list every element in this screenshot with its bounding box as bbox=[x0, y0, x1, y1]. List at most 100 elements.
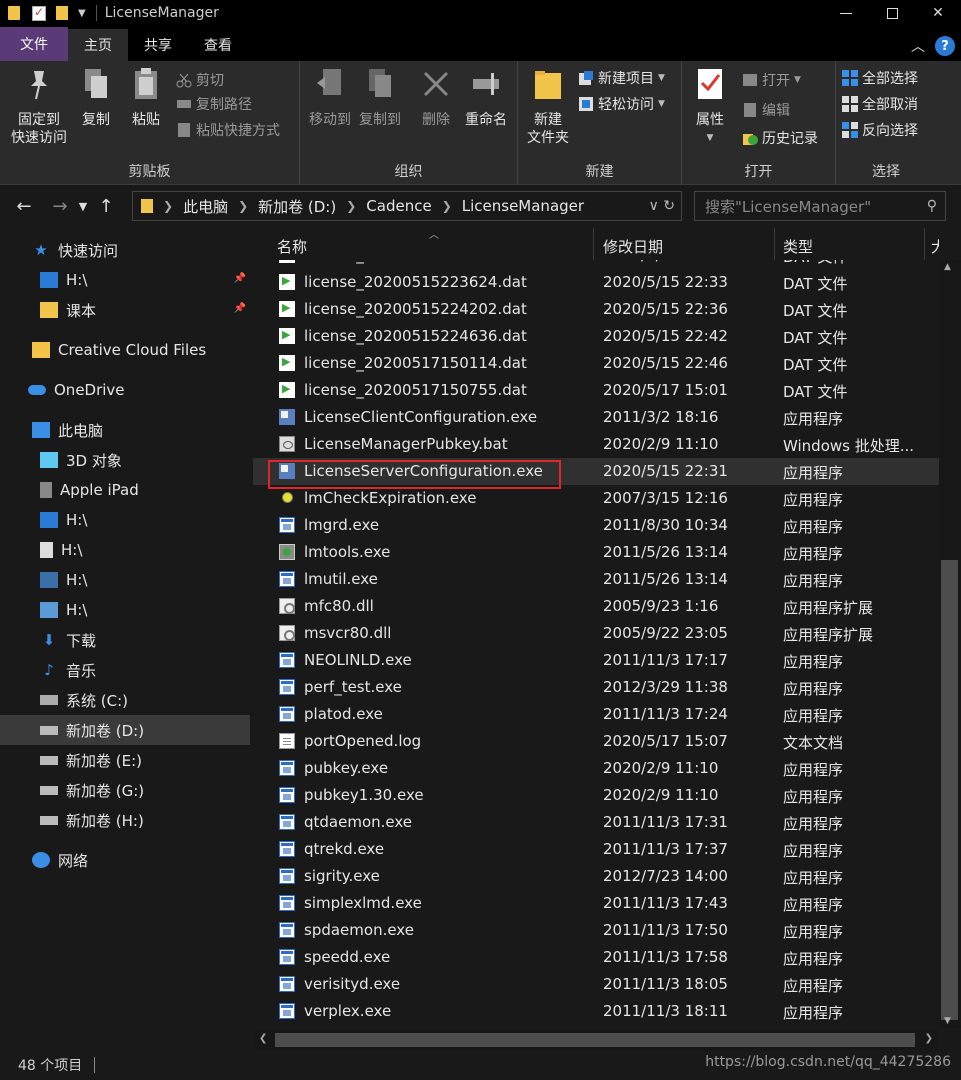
file-row[interactable]: verplex.exe 2011/11/3 18:11 应用程序 bbox=[253, 998, 939, 1025]
file-row[interactable]: qtrekd.exe 2011/11/3 17:37 应用程序 bbox=[253, 836, 939, 863]
file-row[interactable]: mfc80.dll 2005/9/23 1:16 应用程序扩展 bbox=[253, 593, 939, 620]
properties-quick-icon[interactable] bbox=[32, 5, 46, 21]
file-row[interactable]: lmgrd.exe 2011/8/30 10:34 应用程序 bbox=[253, 512, 939, 539]
copy-to-button[interactable]: 复制到 bbox=[356, 67, 404, 129]
file-row[interactable]: platod.exe 2011/11/3 17:24 应用程序 bbox=[253, 701, 939, 728]
file-row[interactable]: perf_test.exe 2012/3/29 11:38 应用程序 bbox=[253, 674, 939, 701]
back-arrow-icon[interactable]: ← bbox=[10, 196, 38, 217]
pin-quick-access-button[interactable]: 固定到 快速访问 bbox=[8, 67, 70, 147]
history-button[interactable]: 历史记录 bbox=[742, 127, 818, 149]
open-button[interactable]: 打开 ▼ bbox=[742, 69, 801, 91]
horizontal-scrollbar[interactable]: ❮ ❯ bbox=[253, 1030, 939, 1050]
tab-view[interactable]: 查看 bbox=[188, 29, 248, 61]
column-divider[interactable] bbox=[774, 228, 775, 260]
close-button[interactable]: ✕ bbox=[915, 0, 961, 26]
file-row[interactable]: spdaemon.exe 2011/11/3 17:50 应用程序 bbox=[253, 917, 939, 944]
sidebar-item[interactable]: 新加卷 (E:) bbox=[0, 745, 250, 775]
breadcrumb-this-pc[interactable]: 此电脑 bbox=[183, 196, 228, 217]
chevron-right-icon[interactable]: ❯ bbox=[163, 199, 173, 213]
sidebar-item[interactable]: Creative Cloud Files bbox=[0, 335, 250, 365]
sidebar-item[interactable]: ★ 快速访问 bbox=[0, 235, 250, 265]
chevron-right-icon[interactable]: ❯ bbox=[442, 199, 452, 213]
paste-button[interactable]: 粘贴 bbox=[128, 67, 164, 129]
column-header-name[interactable]: 名称 bbox=[277, 236, 307, 257]
rename-button[interactable]: 重命名 bbox=[462, 67, 510, 129]
file-row[interactable]: lmutil.exe 2011/5/26 13:14 应用程序 bbox=[253, 566, 939, 593]
file-row[interactable]: pubkey1.30.exe 2020/2/9 11:10 应用程序 bbox=[253, 782, 939, 809]
sidebar-item[interactable]: ♪ 音乐 bbox=[0, 655, 250, 685]
pin-icon[interactable]: 📌 bbox=[234, 273, 246, 284]
file-row[interactable]: LicenseServerConfiguration.exe 2020/5/15 … bbox=[253, 458, 939, 489]
column-header-size[interactable]: 大 bbox=[931, 236, 939, 257]
tab-share[interactable]: 共享 bbox=[128, 29, 188, 61]
minimize-button[interactable] bbox=[823, 0, 869, 26]
quick-access-dropdown-icon[interactable]: ▼ bbox=[78, 8, 86, 19]
chevron-right-icon[interactable]: ❯ bbox=[238, 199, 248, 213]
column-header-date[interactable]: 修改日期 bbox=[603, 236, 663, 257]
sidebar-item[interactable]: 网络 bbox=[0, 845, 250, 875]
collapse-ribbon-icon[interactable]: ︿ bbox=[911, 36, 925, 56]
sidebar-item[interactable]: 新加卷 (D:) bbox=[0, 715, 250, 745]
breadcrumb-licensemanager[interactable]: LicenseManager bbox=[462, 197, 584, 215]
address-box[interactable]: ❯ 此电脑 ❯ 新加卷 (D:) ❯ Cadence ❯ LicenseMana… bbox=[132, 191, 682, 221]
new-folder-quick-icon[interactable] bbox=[56, 6, 68, 20]
file-row[interactable]: license_20200517150755.dat 2020/5/17 15:0… bbox=[253, 377, 939, 404]
chevron-right-icon[interactable]: ❯ bbox=[346, 199, 356, 213]
maximize-button[interactable] bbox=[869, 0, 915, 26]
move-to-button[interactable]: 移动到 bbox=[306, 67, 354, 129]
horizontal-scroll-thumb[interactable] bbox=[275, 1033, 915, 1047]
tab-file[interactable]: 文件 bbox=[0, 27, 68, 61]
scroll-down-icon[interactable]: ▼ bbox=[944, 1016, 951, 1026]
search-input[interactable]: 搜索"LicenseManager" ⚲ bbox=[694, 191, 946, 221]
file-row[interactable]: NEOLINLD.exe 2011/11/3 17:17 应用程序 bbox=[253, 647, 939, 674]
sidebar-item[interactable]: 新加卷 (G:) bbox=[0, 775, 250, 805]
file-row[interactable]: LicenseClientConfiguration.exe 2011/3/2 1… bbox=[253, 404, 939, 431]
sidebar-item[interactable]: OneDrive bbox=[0, 375, 250, 405]
delete-button[interactable]: 删除 bbox=[418, 67, 454, 129]
sidebar-item[interactable]: 3D 对象 bbox=[0, 445, 250, 475]
column-divider[interactable] bbox=[593, 228, 594, 260]
file-row[interactable]: qtdaemon.exe 2011/11/3 17:31 应用程序 bbox=[253, 809, 939, 836]
copy-path-button[interactable]: 复制路径 bbox=[176, 93, 252, 115]
scroll-up-icon[interactable]: ▲ bbox=[944, 262, 951, 272]
sidebar-item[interactable]: H:\ bbox=[0, 565, 250, 595]
scroll-right-icon[interactable]: ❯ bbox=[925, 1033, 933, 1044]
properties-button[interactable]: 属性 ▼ bbox=[690, 67, 730, 147]
file-row[interactable]: simplexlmd.exe 2011/11/3 17:43 应用程序 bbox=[253, 890, 939, 917]
column-divider[interactable] bbox=[924, 228, 925, 260]
easy-access-button[interactable]: 轻松访问 ▼ bbox=[578, 93, 665, 115]
sidebar-item[interactable]: Apple iPad bbox=[0, 475, 250, 505]
file-row[interactable]: verisityd.exe 2011/11/3 18:05 应用程序 bbox=[253, 971, 939, 998]
sidebar-item[interactable]: ⬇ 下载 bbox=[0, 625, 250, 655]
file-row[interactable]: license_20200517150114.dat 2020/5/15 22:4… bbox=[253, 350, 939, 377]
sidebar-item[interactable]: H:\ 📌 bbox=[0, 265, 250, 295]
recent-locations-chevron-icon[interactable]: ▼ bbox=[74, 200, 92, 213]
invert-selection-button[interactable]: 反向选择 bbox=[842, 119, 918, 141]
new-folder-button[interactable]: 新建 文件夹 bbox=[524, 67, 572, 147]
vertical-scroll-thumb[interactable] bbox=[941, 560, 958, 1020]
file-row[interactable]: lmtools.exe 2011/5/26 13:14 应用程序 bbox=[253, 539, 939, 566]
file-row[interactable]: license_20200515223300.dat 2020/5/15 22:1… bbox=[253, 260, 939, 269]
cut-button[interactable]: 剪切 bbox=[176, 69, 224, 91]
file-row[interactable]: sigrity.exe 2012/7/23 14:00 应用程序 bbox=[253, 863, 939, 890]
tab-home[interactable]: 主页 bbox=[68, 29, 128, 61]
breadcrumb-cadence[interactable]: Cadence bbox=[366, 197, 431, 215]
file-row[interactable]: license_20200515224202.dat 2020/5/15 22:3… bbox=[253, 296, 939, 323]
select-all-button[interactable]: 全部选择 bbox=[842, 67, 918, 89]
forward-arrow-icon[interactable]: → bbox=[46, 196, 74, 217]
column-header-type[interactable]: 类型 bbox=[783, 236, 813, 257]
sidebar-item[interactable]: H:\ bbox=[0, 535, 250, 565]
scroll-left-icon[interactable]: ❮ bbox=[259, 1033, 267, 1044]
paste-shortcut-button[interactable]: 粘贴快捷方式 bbox=[176, 119, 280, 141]
sidebar-item[interactable]: H:\ bbox=[0, 595, 250, 625]
sidebar-item[interactable]: 新加卷 (H:) bbox=[0, 805, 250, 835]
up-arrow-icon[interactable]: ↑ bbox=[92, 196, 120, 217]
file-row[interactable]: LicenseManagerPubkey.bat 2020/2/9 11:10 Wi… bbox=[253, 431, 939, 458]
file-row[interactable]: license_20200515224636.dat 2020/5/15 22:4… bbox=[253, 323, 939, 350]
copy-button[interactable]: 复制 bbox=[78, 67, 114, 129]
sidebar-item[interactable]: 课本 📌 bbox=[0, 295, 250, 325]
search-icon[interactable]: ⚲ bbox=[927, 198, 937, 214]
vertical-scrollbar[interactable]: ▲ ▼ bbox=[939, 260, 961, 1028]
select-none-button[interactable]: 全部取消 bbox=[842, 93, 918, 115]
file-row[interactable]: msvcr80.dll 2005/9/22 23:05 应用程序扩展 bbox=[253, 620, 939, 647]
